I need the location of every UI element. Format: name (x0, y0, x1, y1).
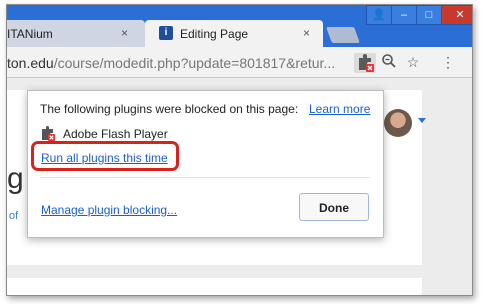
tab-close-icon[interactable]: × (121, 26, 128, 40)
content-card-lower (7, 278, 422, 295)
url-domain: ton.edu (7, 55, 54, 71)
url-path: /course/modedit.php?update=801817&retur.… (53, 55, 336, 71)
tab-strip: ITANium × i Editing Page × 👤 – □ ✕ (7, 5, 472, 47)
puzzle-icon (42, 126, 55, 141)
maximize-button[interactable]: □ (416, 5, 442, 25)
run-all-plugins-link[interactable]: Run all plugins this time (41, 151, 168, 165)
address-bar[interactable]: ton.edu/course/modedit.php?update=801817… (7, 55, 335, 71)
zoom-icon[interactable] (380, 53, 398, 71)
tab-editing-page[interactable]: i Editing Page × (145, 20, 323, 47)
new-tab-button[interactable] (326, 27, 360, 43)
page-heading-fragment: g (7, 162, 24, 195)
browser-window: ITANium × i Editing Page × 👤 – □ ✕ ton.e… (6, 4, 473, 296)
done-button[interactable]: Done (299, 193, 369, 221)
plugin-name: Adobe Flash Player (63, 127, 168, 141)
manage-plugin-blocking-link[interactable]: Manage plugin blocking... (41, 203, 177, 217)
address-toolbar: ton.edu/course/modedit.php?update=801817… (7, 47, 472, 78)
chevron-down-icon[interactable] (418, 118, 426, 123)
user-icon[interactable]: 👤 (366, 5, 392, 25)
minimize-button[interactable]: – (391, 5, 417, 25)
page-link-fragment[interactable]: of (9, 210, 18, 222)
tab-label: ITANium (7, 27, 53, 41)
tab-label: Editing Page (180, 27, 249, 41)
tab-itanium[interactable]: ITANium × (7, 20, 145, 47)
avatar[interactable] (384, 109, 412, 137)
close-window-button[interactable]: ✕ (441, 5, 472, 25)
puzzle-blocked-icon[interactable] (354, 53, 376, 73)
learn-more-link[interactable]: Learn more (309, 102, 370, 116)
star-icon[interactable]: ☆ (404, 53, 422, 71)
menu-icon[interactable]: ⋮ (439, 53, 457, 71)
tab-close-icon[interactable]: × (303, 26, 310, 40)
popup-heading: The following plugins were blocked on th… (40, 102, 299, 116)
blocked-plugins-popup: The following plugins were blocked on th… (27, 90, 384, 238)
divider (40, 177, 370, 178)
favicon-icon: i (159, 26, 173, 40)
